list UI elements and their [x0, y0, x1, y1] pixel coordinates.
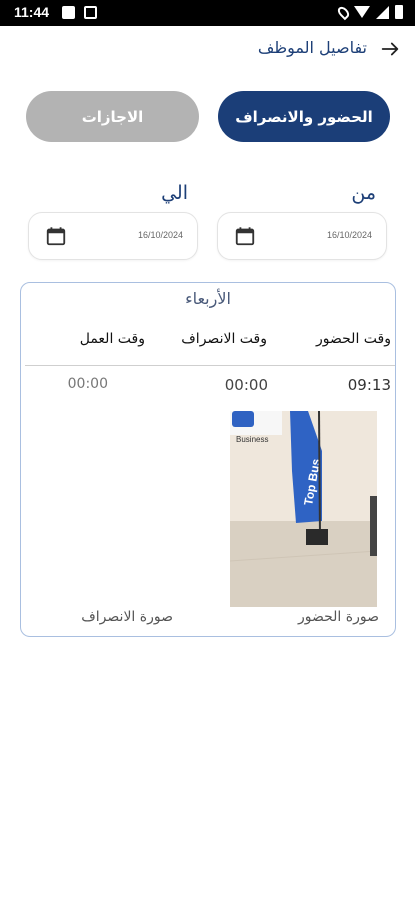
page-title: تفاصيل الموظف: [257, 38, 367, 57]
business-sign-text: Business: [236, 435, 268, 444]
check-in-photo-label: صورة الحضور: [298, 609, 379, 625]
from-date-field[interactable]: 16/10/2024: [217, 212, 387, 260]
tab-attendance[interactable]: الحضور والانصراف: [218, 91, 390, 142]
app-notification-icon: [84, 6, 97, 19]
day-title: الأربعاء: [185, 289, 231, 308]
header-divider: [25, 365, 395, 366]
check-out-photo-label: صورة الانصراف: [81, 609, 173, 625]
check-out-column-header: وقت الانصراف: [181, 331, 267, 347]
calendar-icon[interactable]: [45, 225, 67, 247]
status-time: 11:44: [14, 4, 50, 20]
check-out-time: 00:00: [224, 376, 268, 394]
tab-leaves[interactable]: الاجازات: [26, 91, 199, 142]
to-date-field[interactable]: 16/10/2024: [28, 212, 198, 260]
from-label: من: [351, 182, 376, 204]
battery-icon: [395, 5, 403, 19]
app-header: تفاصيل الموظف: [0, 30, 415, 70]
notification-icon: [62, 6, 75, 19]
signal-icon: [376, 5, 389, 19]
check-in-time: 09:13: [347, 376, 391, 394]
check-in-photo[interactable]: Business Top Bus: [230, 411, 377, 607]
back-arrow-icon[interactable]: [379, 38, 401, 60]
to-date-value: 16/10/2024: [137, 230, 183, 240]
to-label: الي: [161, 182, 188, 204]
calendar-icon[interactable]: [234, 225, 256, 247]
wifi-icon: [354, 6, 370, 18]
work-time-column-header: وقت العمل: [79, 331, 145, 347]
attendance-record-card: الأربعاء وقت الحضور وقت الانصراف وقت الع…: [20, 282, 396, 637]
status-bar: 11:44: [0, 0, 415, 26]
from-date-value: 16/10/2024: [326, 230, 372, 240]
check-in-column-header: وقت الحضور: [316, 331, 391, 347]
work-time: 00:00: [67, 376, 108, 392]
location-icon: [335, 4, 352, 20]
